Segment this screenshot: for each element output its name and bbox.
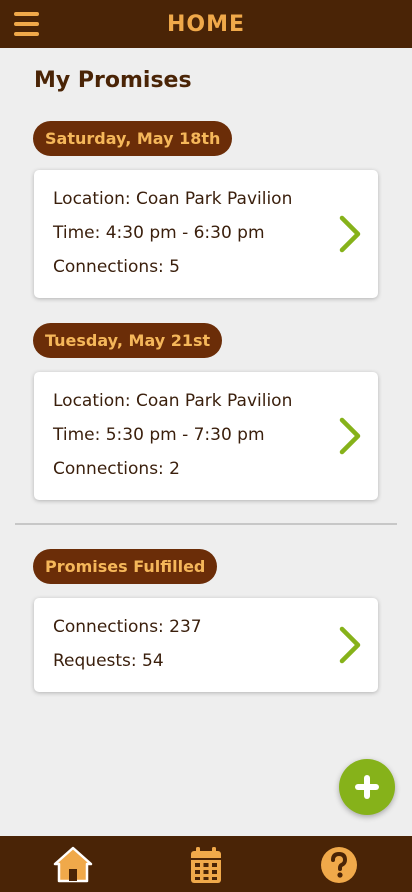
nav-calendar[interactable] (184, 844, 228, 886)
location-text: Location: Coan Park Pavilion (53, 189, 293, 209)
date-badge: Saturday, May 18th (33, 121, 233, 156)
section-title: My Promises (34, 68, 192, 93)
header-bar: HOME (0, 0, 412, 48)
connections-text: Connections: 5 (53, 257, 180, 277)
connections-text: Connections: 237 (53, 617, 202, 637)
bottom-nav (0, 836, 412, 892)
date-badge: Tuesday, May 21st (33, 323, 223, 358)
requests-text: Requests: 54 (53, 651, 164, 671)
fulfilled-card[interactable]: Connections: 237 Requests: 54 (34, 598, 378, 692)
connections-text: Connections: 2 (53, 459, 180, 479)
hamburger-menu-icon[interactable] (14, 12, 40, 36)
menu-line (14, 22, 39, 26)
plus-icon (355, 775, 379, 799)
nav-home[interactable] (51, 844, 95, 886)
promise-card[interactable]: Location: Coan Park Pavilion Time: 5:30 … (34, 372, 378, 500)
time-text: Time: 5:30 pm - 7:30 pm (53, 425, 265, 445)
chevron-right-icon[interactable] (336, 416, 364, 456)
promise-card[interactable]: Location: Coan Park Pavilion Time: 4:30 … (34, 170, 378, 298)
chevron-right-icon[interactable] (336, 625, 364, 665)
menu-line (14, 32, 39, 36)
page-title: HOME (166, 11, 246, 37)
calendar-icon (191, 847, 221, 883)
chevron-right-icon[interactable] (336, 214, 364, 254)
section-divider (15, 523, 397, 525)
add-promise-button[interactable] (339, 759, 395, 815)
time-text: Time: 4:30 pm - 6:30 pm (53, 223, 265, 243)
home-icon (53, 846, 93, 883)
help-icon (321, 847, 357, 883)
menu-line (14, 12, 39, 16)
app-screen: HOME My Promises Saturday, May 18th Loca… (0, 0, 412, 892)
location-text: Location: Coan Park Pavilion (53, 391, 293, 411)
fulfilled-badge: Promises Fulfilled (33, 549, 218, 584)
nav-help[interactable] (317, 844, 361, 886)
